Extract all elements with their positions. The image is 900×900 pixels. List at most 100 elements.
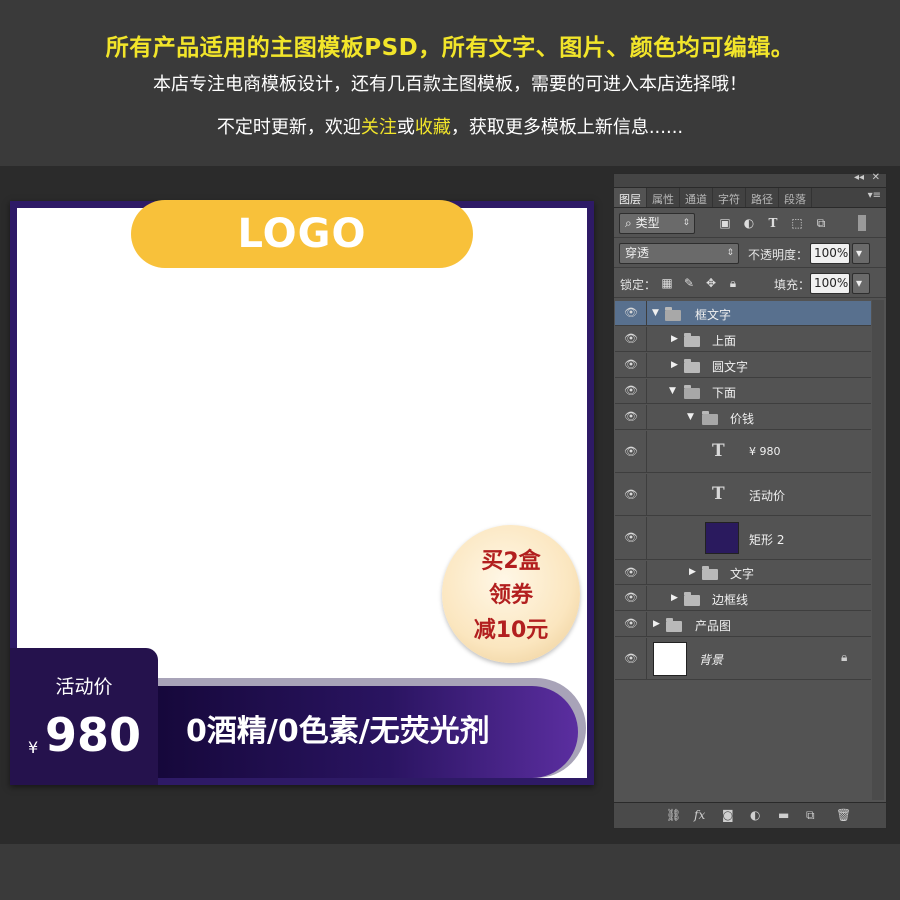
collapse-triangle-icon[interactable]: ▶ <box>689 567 696 577</box>
layer-row[interactable]: 👁︎ T ¥ 980 <box>615 431 871 473</box>
visibility-toggle[interactable]: 👁︎ <box>615 612 647 636</box>
favorite-link[interactable]: 收藏 <box>415 117 451 138</box>
layers-scrollbar[interactable] <box>872 300 884 800</box>
trash-icon[interactable]: 🗑︎ <box>836 808 851 822</box>
layer-row[interactable]: 👁︎ ▶ 边框线 <box>615 586 871 611</box>
fill-dropdown[interactable]: ▾ <box>852 273 870 294</box>
tab-layers[interactable]: 图层 <box>614 188 647 207</box>
banner-note: 不定时更新，欢迎关注或收藏，获取更多模板上新信息...... <box>0 113 900 139</box>
layer-row[interactable]: 👁︎ ▼ 价钱 <box>615 405 871 430</box>
new-group-icon[interactable]: ▬ <box>778 808 789 822</box>
blend-row: 穿透 ⇕ 不透明度： 100% ▾ <box>614 238 886 268</box>
filter-kind-select[interactable]: ⌕ 类型 ⇕ <box>619 213 695 234</box>
expand-triangle-icon[interactable]: ▼ <box>652 308 659 318</box>
visibility-toggle[interactable]: 👁︎ <box>615 327 647 351</box>
logo-badge[interactable]: LOGO <box>131 200 473 268</box>
mask-icon[interactable]: ◙ <box>722 808 734 822</box>
folder-icon <box>684 592 700 606</box>
chevron-down-icon: ▾ <box>856 246 863 260</box>
visibility-toggle[interactable]: 👁︎ <box>615 586 647 610</box>
layer-name: 框文字 <box>695 308 732 322</box>
eye-icon: 👁︎ <box>624 444 638 458</box>
layer-name: 产品图 <box>695 619 732 633</box>
layer-name: ¥ 980 <box>749 445 781 458</box>
layer-row[interactable]: 👁︎ ▶ 圆文字 <box>615 353 871 378</box>
banner-note-or: 或 <box>396 117 415 138</box>
eye-icon: 👁︎ <box>624 617 638 630</box>
layer-name: 活动价 <box>749 489 786 503</box>
filter-shape-icon[interactable]: ⬚ <box>790 216 804 230</box>
visibility-toggle[interactable]: 👁︎ <box>615 638 647 679</box>
layer-row[interactable]: 👁︎ ▶ 上面 <box>615 327 871 352</box>
filter-adjustment-icon[interactable]: ◐ <box>742 216 756 230</box>
blend-mode-select[interactable]: 穿透 ⇕ <box>619 243 739 264</box>
tab-paragraph[interactable]: 段落 <box>779 188 812 207</box>
filter-kind-value: 类型 <box>635 216 660 230</box>
collapse-icon[interactable]: ◂◂ <box>854 172 864 183</box>
price-block[interactable]: 活动价 ¥ 980 <box>10 648 158 785</box>
layer-row[interactable]: 👁︎ 矩形 2 <box>615 517 871 560</box>
collapse-triangle-icon[interactable]: ▶ <box>653 619 660 629</box>
fill-input[interactable]: 100% <box>810 273 850 294</box>
new-layer-icon[interactable]: ⧉ <box>806 808 815 823</box>
layer-row[interactable]: 👁︎ ▶ 产品图 <box>615 612 871 637</box>
layer-name: 边框线 <box>712 593 749 607</box>
opacity-input[interactable]: 100% <box>810 243 850 264</box>
follow-link[interactable]: 关注 <box>361 117 397 138</box>
layer-row[interactable]: 👁︎ ▶ 文字 <box>615 561 871 585</box>
lock-row: 锁定： ▦ ✎ ✥ 🔒︎ 填充： 100% ▾ <box>614 268 886 298</box>
coupon-line-1: 买2盒 <box>481 549 541 574</box>
layer-row[interactable]: 👁︎ 背景 🔒︎ <box>615 638 871 680</box>
layer-name: 背景 <box>699 653 724 667</box>
lock-all-icon[interactable]: 🔒︎ <box>726 276 740 290</box>
fill-label: 填充： <box>774 278 811 292</box>
adjustment-icon[interactable]: ◐ <box>750 808 760 822</box>
collapse-triangle-icon[interactable]: ▶ <box>671 360 678 370</box>
panel-menu-icon[interactable]: ▾≡ <box>863 188 886 207</box>
visibility-toggle[interactable]: 👁︎ <box>615 379 647 403</box>
layer-name: 矩形 2 <box>749 533 785 547</box>
price-value: 980 <box>45 708 142 762</box>
close-icon[interactable]: ✕ <box>872 172 880 183</box>
folder-icon <box>684 333 700 347</box>
filter-row: ⌕ 类型 ⇕ ▣ ◐ T ⬚ ⧉ <box>614 208 886 238</box>
coupon-line-3: 减10元 <box>473 618 549 643</box>
visibility-toggle[interactable]: 👁︎ <box>615 561 647 584</box>
expand-triangle-icon[interactable]: ▼ <box>687 412 694 422</box>
link-icon[interactable]: ⛓︎ <box>666 808 681 822</box>
search-icon: ⌕ <box>625 216 632 230</box>
lock-brush-icon[interactable]: ✎ <box>682 276 696 290</box>
collapse-triangle-icon[interactable]: ▶ <box>671 334 678 344</box>
lock-move-icon[interactable]: ✥ <box>704 276 718 290</box>
opacity-dropdown[interactable]: ▾ <box>852 243 870 264</box>
filter-text-icon[interactable]: T <box>766 216 780 230</box>
visibility-toggle[interactable]: 👁︎ <box>615 353 647 377</box>
lock-icon: 🔒︎ <box>841 650 848 664</box>
visibility-toggle[interactable]: 👁︎ <box>615 517 647 559</box>
currency-symbol: ¥ <box>28 738 39 757</box>
filter-toggle[interactable] <box>858 215 866 231</box>
layers-panel: ◂◂ ✕ 图层 属性 通道 字符 路径 段落 ▾≡ ⌕ 类型 ⇕ ▣ ◐ T ⬚… <box>613 172 887 829</box>
slogan-bar[interactable]: 0酒精/0色素/无荧光剂 <box>158 686 578 778</box>
lock-transparent-icon[interactable]: ▦ <box>660 276 674 290</box>
layer-row[interactable]: 👁︎ ▼ 框文字 <box>615 301 871 326</box>
fx-icon[interactable]: fx <box>694 808 705 822</box>
tab-paths[interactable]: 路径 <box>746 188 779 207</box>
layer-row[interactable]: 👁︎ T 活动价 <box>615 474 871 516</box>
tab-channels[interactable]: 通道 <box>680 188 713 207</box>
visibility-toggle[interactable]: 👁︎ <box>615 301 647 325</box>
shape-thumbnail <box>705 522 739 554</box>
filter-smartobject-icon[interactable]: ⧉ <box>814 216 828 230</box>
collapse-triangle-icon[interactable]: ▶ <box>671 593 678 603</box>
eye-icon: 👁︎ <box>624 565 638 579</box>
visibility-toggle[interactable]: 👁︎ <box>615 474 647 515</box>
layer-row[interactable]: 👁︎ ▼ 下面 <box>615 379 871 404</box>
visibility-toggle[interactable]: 👁︎ <box>615 431 647 472</box>
blend-mode-value: 穿透 <box>625 246 650 260</box>
expand-triangle-icon[interactable]: ▼ <box>669 386 676 396</box>
tab-properties[interactable]: 属性 <box>647 188 680 207</box>
tab-character[interactable]: 字符 <box>713 188 746 207</box>
filter-pixel-icon[interactable]: ▣ <box>718 216 732 230</box>
coupon-badge[interactable]: 买2盒 领券 减10元 <box>442 525 580 663</box>
visibility-toggle[interactable]: 👁︎ <box>615 405 647 429</box>
